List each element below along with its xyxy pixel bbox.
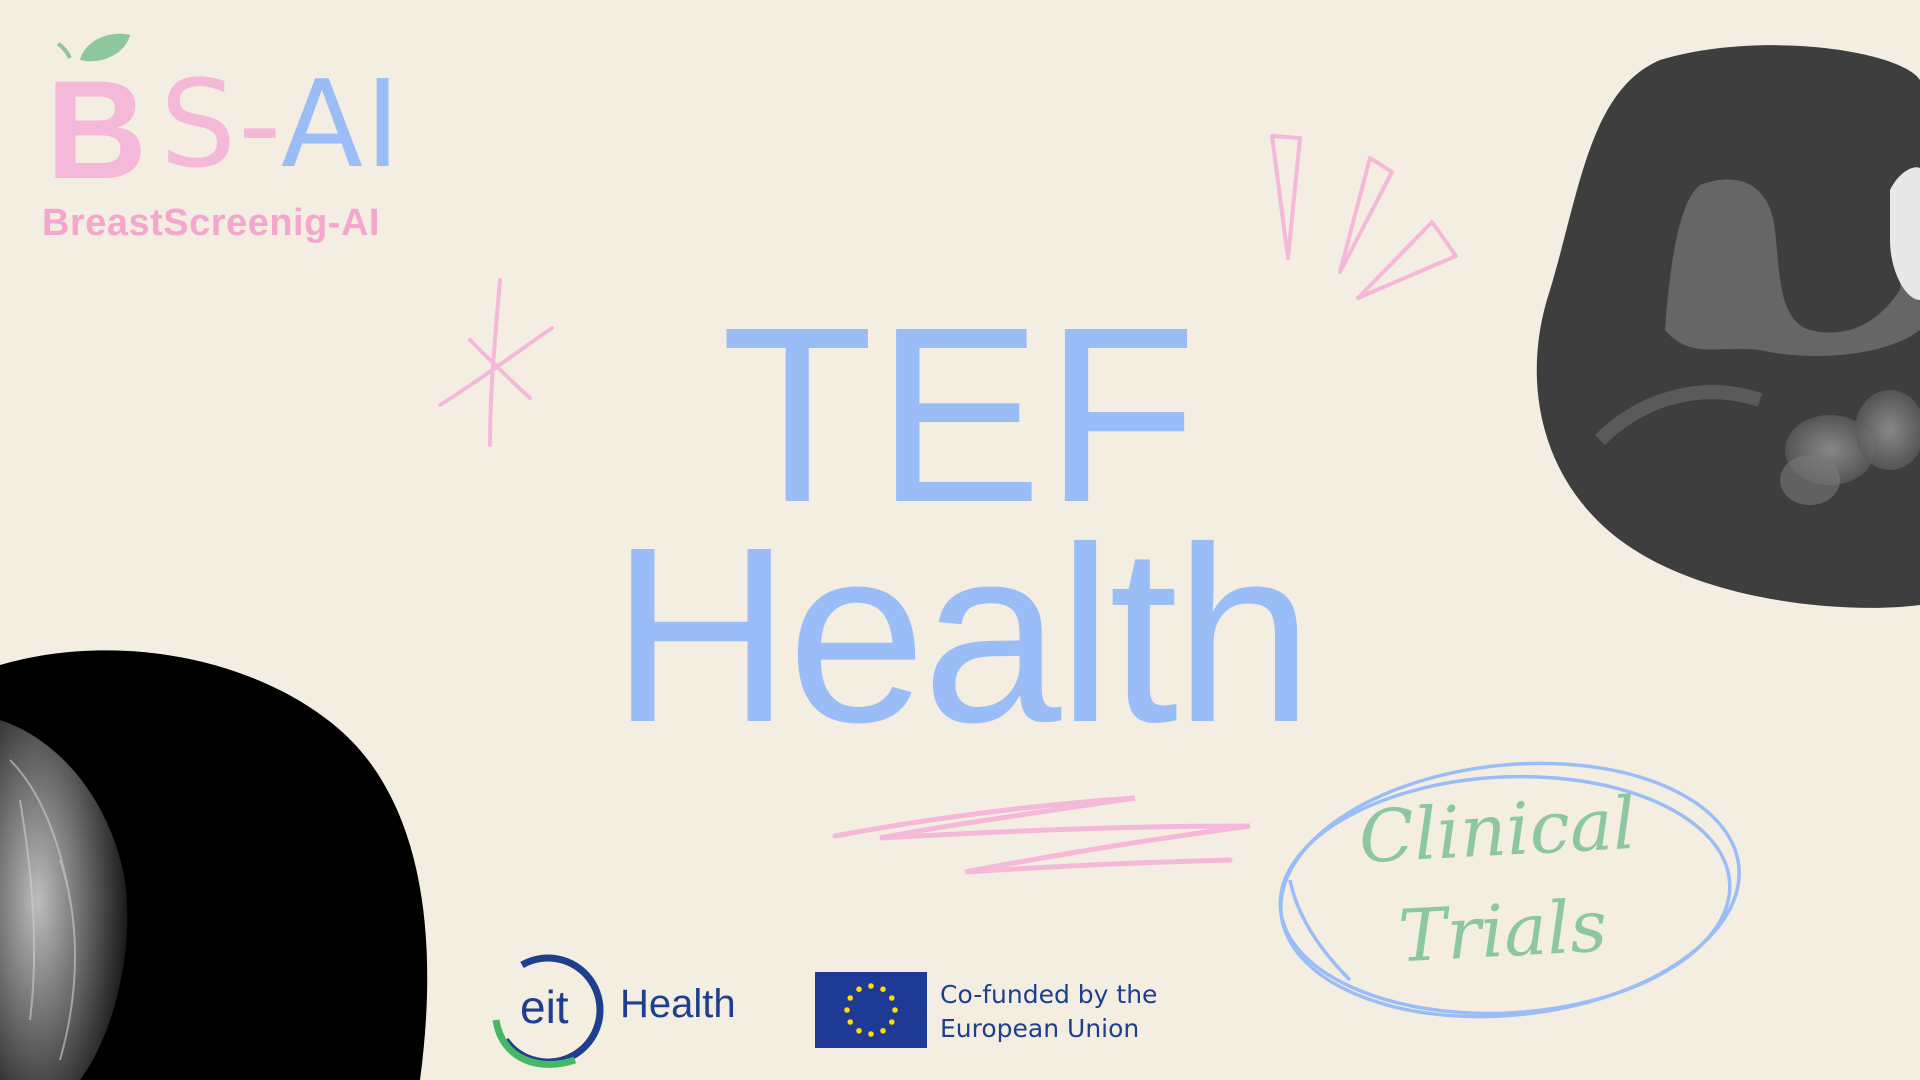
eu-star (880, 986, 886, 992)
mammogram-image (0, 650, 428, 1080)
title-line-2: Health (610, 495, 1314, 774)
badge-line-2: Trials (1396, 883, 1609, 979)
eu-star (844, 1007, 850, 1013)
eu-star (892, 1007, 898, 1013)
eu-star (847, 995, 853, 1001)
brand-logo-mark: B S-AI (40, 30, 460, 200)
eu-star (868, 983, 874, 989)
logo-letters-ai: AI (280, 56, 403, 195)
clinical-trials-badge: Clinical Trials (1355, 773, 1645, 989)
eu-star (856, 1028, 862, 1034)
eu-star (889, 1019, 895, 1025)
eu-star (847, 1019, 853, 1025)
badge-line-1: Clinical (1356, 780, 1638, 880)
logo-wordmark: S-AI (160, 66, 402, 186)
logo-letter-s: S (160, 56, 239, 195)
eit-health-logo: eit Health (490, 950, 760, 1070)
scribble-underline (832, 795, 1251, 875)
logo-dash: - (238, 56, 281, 195)
logo-letter-b: B (46, 51, 148, 208)
eit-mark-text: eit (520, 981, 569, 1033)
eu-cofunded-label: Co-funded by the European Union (940, 978, 1200, 1046)
eu-stars-icon (844, 983, 898, 1037)
mri-scan-image (1536, 45, 1920, 608)
eu-line-2: European Union (940, 1013, 1140, 1043)
eu-star (856, 986, 862, 992)
sparkle-icon (438, 278, 554, 447)
brand-logo: B S-AI BreastScreenig-AI (40, 30, 460, 260)
eu-star (868, 1031, 874, 1037)
eu-star (880, 1028, 886, 1034)
logo-subtitle: BreastScreenig-AI (42, 202, 380, 244)
eit-health-name: Health (620, 982, 736, 1026)
eu-flag-icon (815, 972, 927, 1048)
eu-line-1: Co-funded by the (940, 980, 1158, 1009)
eu-star (889, 995, 895, 1001)
burst-lines-icon (1270, 134, 1458, 300)
